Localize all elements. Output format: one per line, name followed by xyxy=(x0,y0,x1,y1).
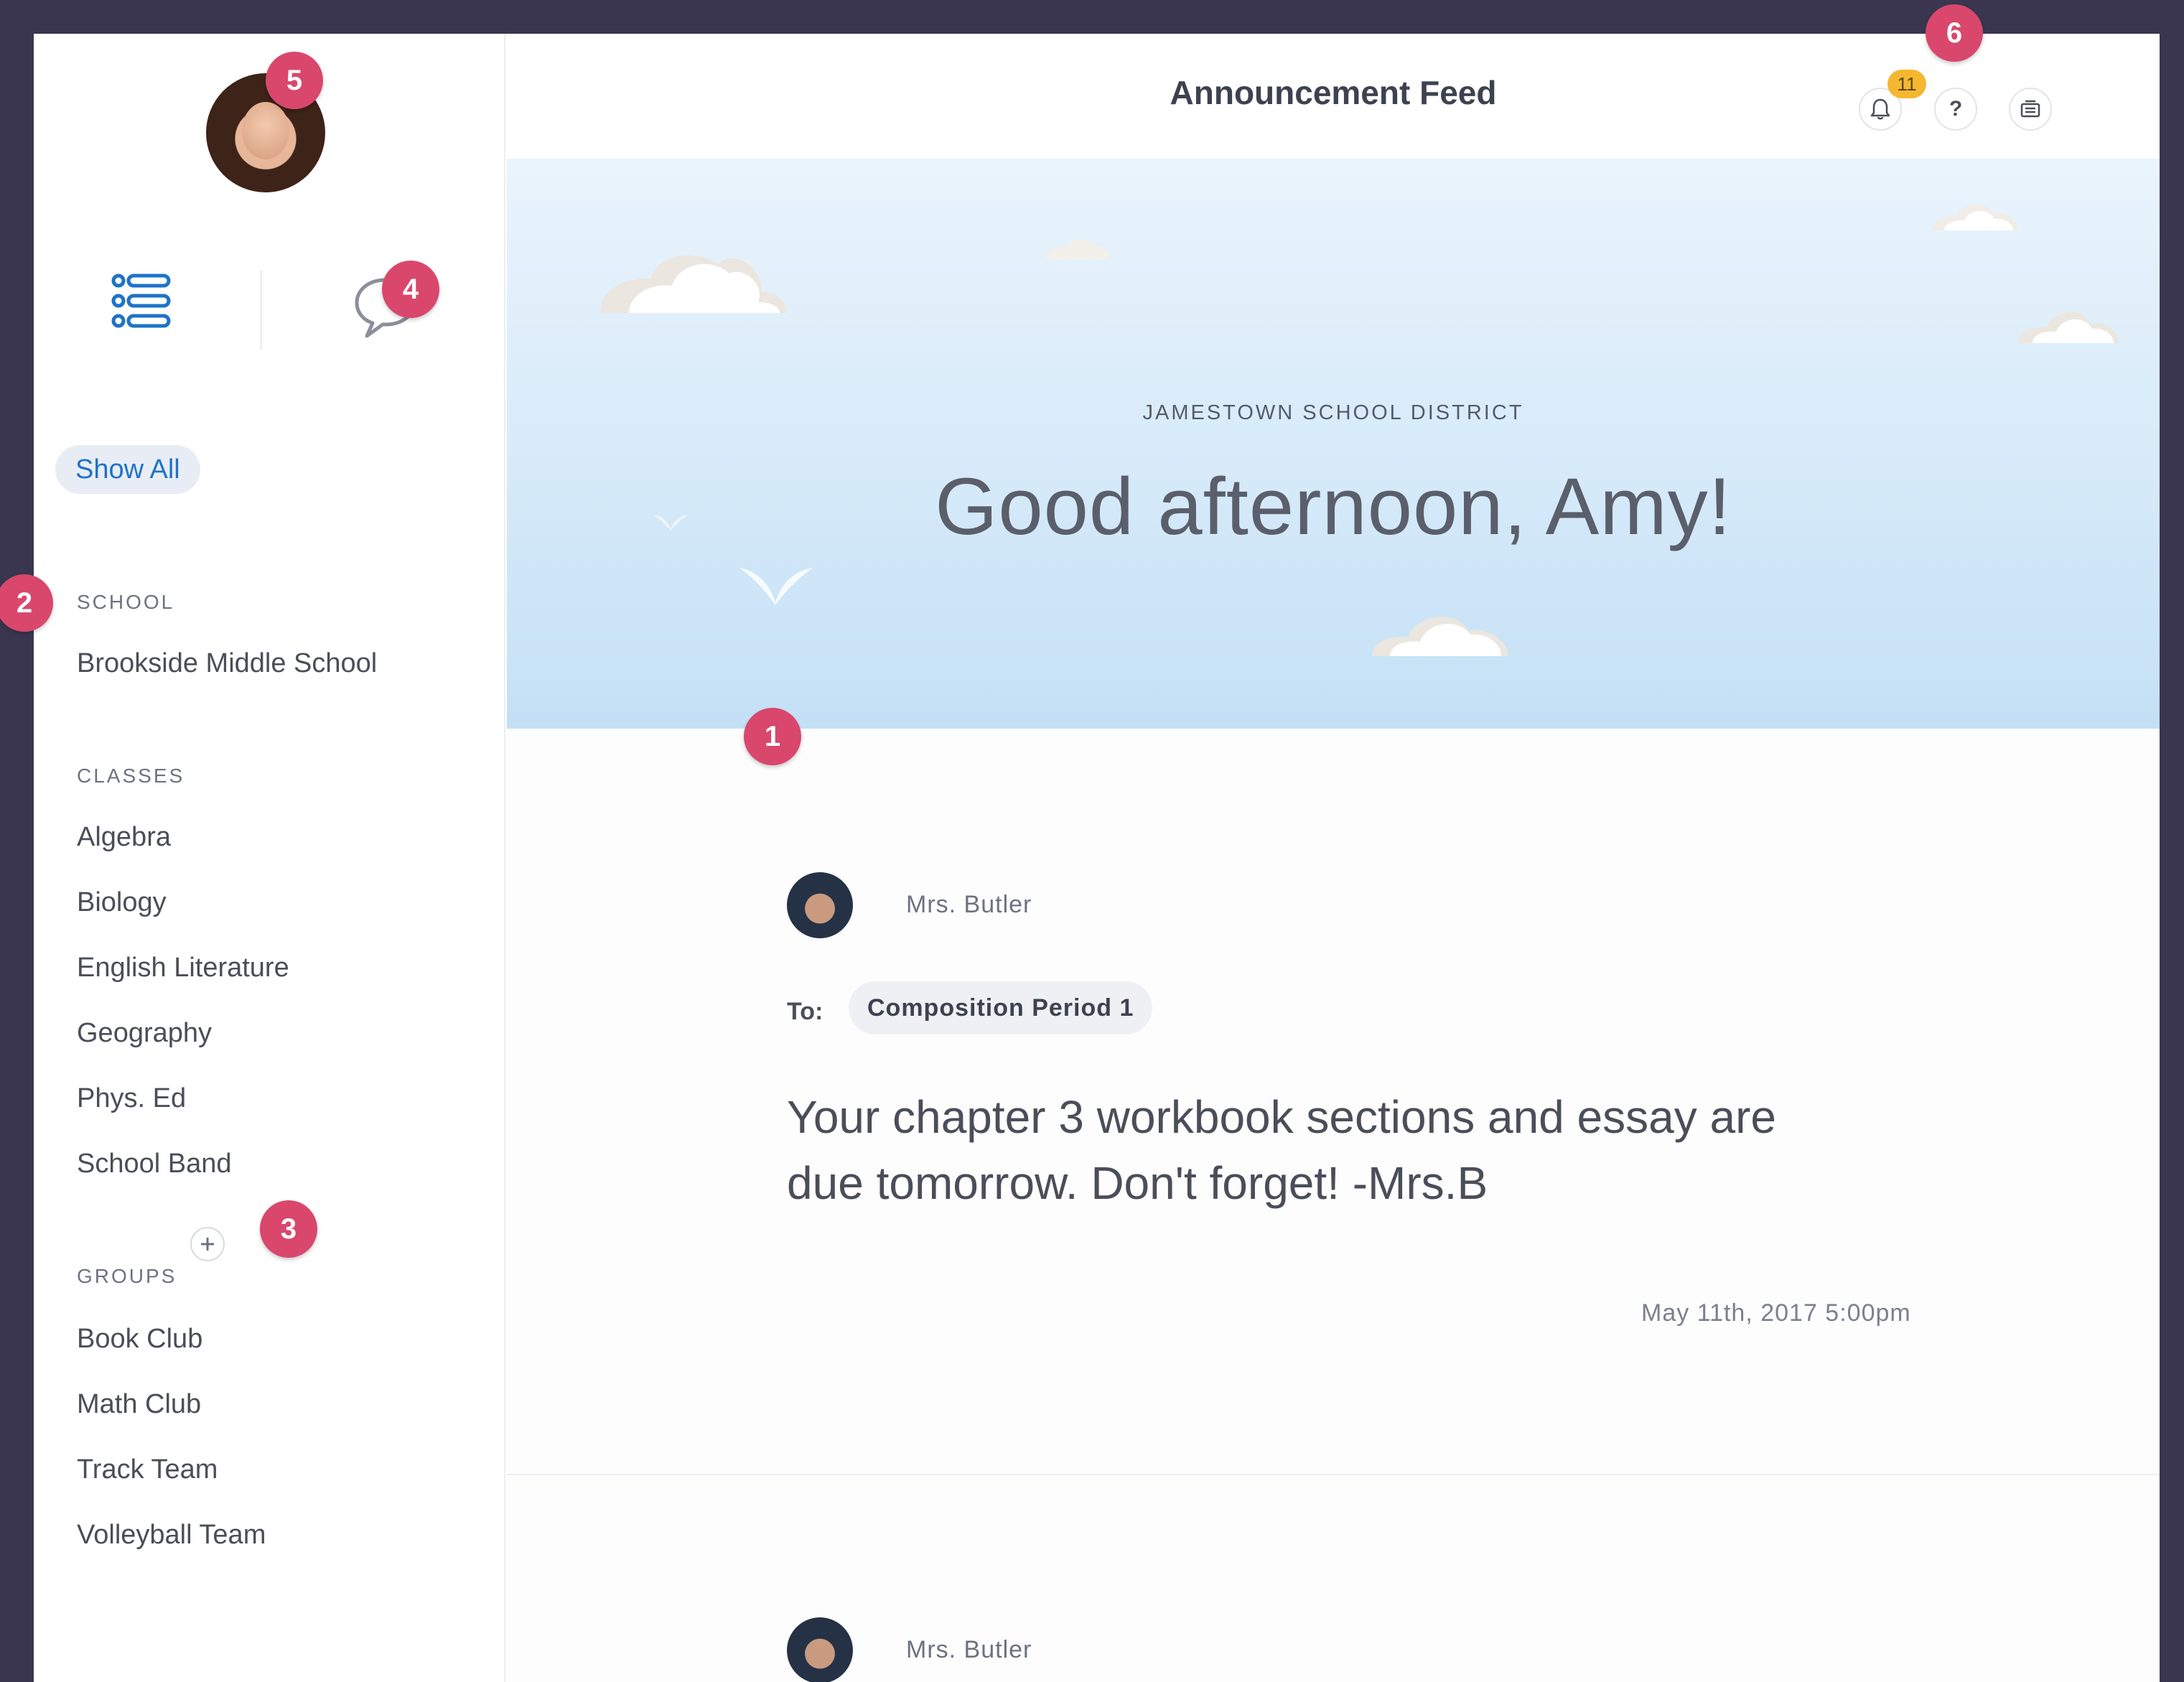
recipient-label: To: xyxy=(787,998,823,1025)
show-all-button[interactable]: Show All xyxy=(55,445,200,494)
notification-count-badge: 11 xyxy=(1887,70,1926,98)
callout-marker-6: 6 xyxy=(1926,4,1983,62)
app-window: Show All SCHOOL Brookside Middle School … xyxy=(34,34,2160,1682)
callout-marker-5: 5 xyxy=(266,52,323,109)
cloud-decoration xyxy=(2018,312,2119,343)
author-avatar[interactable] xyxy=(787,872,853,938)
announcement-card[interactable]: Mrs. Butler xyxy=(507,1477,2160,1682)
sidebar-item-group[interactable]: Volleyball Team xyxy=(77,1520,266,1551)
groups-section-title: GROUPS xyxy=(77,1265,177,1287)
help-button[interactable]: ? xyxy=(1934,88,1977,131)
announcement-card[interactable]: Mrs. Butler To: Composition Period 1 You… xyxy=(507,729,2160,1475)
callout-marker-4: 4 xyxy=(382,261,439,318)
bell-icon xyxy=(1870,98,1890,120)
list-view-button[interactable] xyxy=(111,271,172,331)
toggle-divider xyxy=(260,271,262,350)
sidebar-item-group[interactable]: Track Team xyxy=(77,1454,218,1485)
sidebar-item-class[interactable]: Biology xyxy=(77,887,167,918)
bird-decoration xyxy=(739,568,813,605)
recipient-chip[interactable]: Composition Period 1 xyxy=(849,981,1153,1034)
sidebar-item-class[interactable]: Algebra xyxy=(77,822,171,853)
sidebar-item-class[interactable]: English Literature xyxy=(77,953,289,983)
author-name[interactable]: Mrs. Butler xyxy=(906,1636,1032,1664)
list-icon xyxy=(111,274,171,328)
question-mark-icon: ? xyxy=(1949,97,1963,121)
cloud-decoration xyxy=(1932,205,2018,230)
district-name: JAMESTOWN SCHOOL DISTRICT xyxy=(1142,401,1524,424)
author-name[interactable]: Mrs. Butler xyxy=(906,891,1032,919)
school-section-title: SCHOOL xyxy=(77,591,175,613)
greeting-text: Good afternoon, Amy! xyxy=(935,462,1732,551)
author-avatar[interactable] xyxy=(787,1617,853,1682)
sidebar-item-group[interactable]: Book Club xyxy=(77,1324,202,1355)
sidebar-item-class[interactable]: Phys. Ed xyxy=(77,1083,186,1114)
sidebar-item-class[interactable]: Geography xyxy=(77,1018,212,1049)
sidebar-item-school[interactable]: Brookside Middle School xyxy=(77,648,377,679)
inbox-icon xyxy=(2020,100,2040,118)
plus-icon xyxy=(201,1238,214,1251)
cloud-decoration xyxy=(1045,239,1110,259)
inbox-button[interactable] xyxy=(2009,88,2052,131)
classes-section-title: CLASSES xyxy=(77,765,185,787)
greeting-banner: JAMESTOWN SCHOOL DISTRICT Good afternoon… xyxy=(507,159,2160,729)
callout-marker-1: 1 xyxy=(744,708,801,765)
cloud-decoration xyxy=(1372,617,1508,656)
cloud-decoration xyxy=(600,255,787,313)
top-bar: Announcement Feed 11 ? xyxy=(507,34,2160,159)
sidebar-item-group[interactable]: Math Club xyxy=(77,1389,201,1420)
announcement-body: Your chapter 3 workbook sections and ess… xyxy=(787,1091,1776,1209)
sidebar-item-class[interactable]: School Band xyxy=(77,1149,232,1179)
add-group-button[interactable] xyxy=(190,1227,225,1261)
callout-marker-3: 3 xyxy=(260,1200,317,1258)
announcement-timestamp: May 11th, 2017 5:00pm xyxy=(1641,1299,1911,1327)
